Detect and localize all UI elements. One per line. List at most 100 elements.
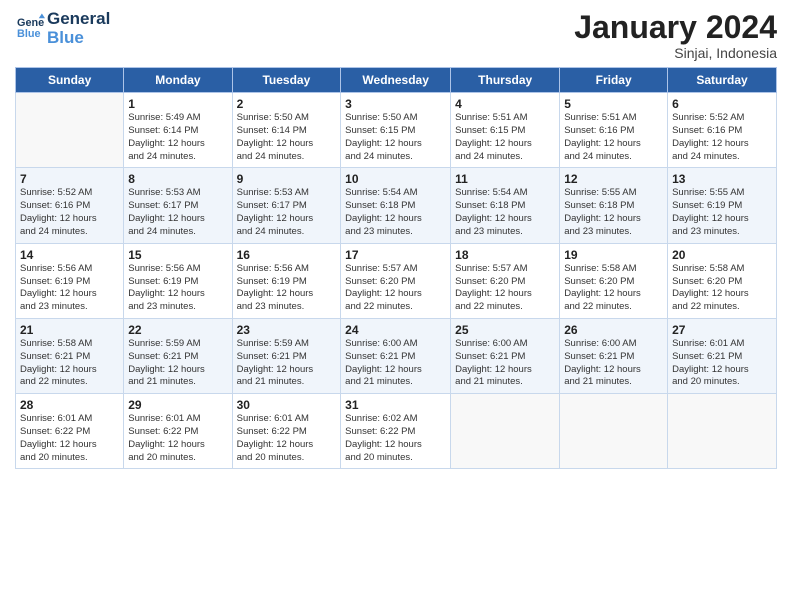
calendar-cell: 20Sunrise: 5:58 AMSunset: 6:20 PMDayligh… bbox=[668, 243, 777, 318]
day-number: 17 bbox=[345, 248, 446, 262]
logo-icon: General Blue bbox=[17, 12, 45, 40]
day-detail: Sunrise: 6:00 AMSunset: 6:21 PMDaylight:… bbox=[564, 338, 663, 389]
page: General Blue General Blue January 2024 S… bbox=[0, 0, 792, 479]
day-detail: Sunrise: 5:53 AMSunset: 6:17 PMDaylight:… bbox=[128, 187, 227, 238]
day-number: 30 bbox=[237, 398, 337, 412]
day-detail: Sunrise: 6:01 AMSunset: 6:22 PMDaylight:… bbox=[128, 413, 227, 464]
calendar-cell: 28Sunrise: 6:01 AMSunset: 6:22 PMDayligh… bbox=[16, 394, 124, 469]
day-number: 24 bbox=[345, 323, 446, 337]
day-detail: Sunrise: 5:54 AMSunset: 6:18 PMDaylight:… bbox=[455, 187, 555, 238]
day-detail: Sunrise: 5:49 AMSunset: 6:14 PMDaylight:… bbox=[128, 112, 227, 163]
calendar-cell: 6Sunrise: 5:52 AMSunset: 6:16 PMDaylight… bbox=[668, 93, 777, 168]
day-number: 7 bbox=[20, 172, 119, 186]
calendar-cell: 12Sunrise: 5:55 AMSunset: 6:18 PMDayligh… bbox=[560, 168, 668, 243]
day-detail: Sunrise: 5:59 AMSunset: 6:21 PMDaylight:… bbox=[237, 338, 337, 389]
day-detail: Sunrise: 6:00 AMSunset: 6:21 PMDaylight:… bbox=[345, 338, 446, 389]
svg-text:Blue: Blue bbox=[17, 28, 41, 40]
day-number: 4 bbox=[455, 97, 555, 111]
logo: General Blue General Blue bbox=[15, 10, 110, 47]
calendar-cell bbox=[16, 93, 124, 168]
day-detail: Sunrise: 5:57 AMSunset: 6:20 PMDaylight:… bbox=[345, 263, 446, 314]
day-number: 16 bbox=[237, 248, 337, 262]
day-number: 18 bbox=[455, 248, 555, 262]
day-number: 21 bbox=[20, 323, 119, 337]
day-detail: Sunrise: 5:56 AMSunset: 6:19 PMDaylight:… bbox=[128, 263, 227, 314]
day-number: 11 bbox=[455, 172, 555, 186]
day-number: 8 bbox=[128, 172, 227, 186]
calendar-cell: 27Sunrise: 6:01 AMSunset: 6:21 PMDayligh… bbox=[668, 318, 777, 393]
day-detail: Sunrise: 5:58 AMSunset: 6:20 PMDaylight:… bbox=[564, 263, 663, 314]
day-number: 28 bbox=[20, 398, 119, 412]
day-detail: Sunrise: 6:01 AMSunset: 6:21 PMDaylight:… bbox=[672, 338, 772, 389]
calendar-cell: 10Sunrise: 5:54 AMSunset: 6:18 PMDayligh… bbox=[341, 168, 451, 243]
day-detail: Sunrise: 5:57 AMSunset: 6:20 PMDaylight:… bbox=[455, 263, 555, 314]
weekday-header-wednesday: Wednesday bbox=[341, 68, 451, 93]
day-detail: Sunrise: 5:52 AMSunset: 6:16 PMDaylight:… bbox=[672, 112, 772, 163]
calendar-cell: 7Sunrise: 5:52 AMSunset: 6:16 PMDaylight… bbox=[16, 168, 124, 243]
day-number: 9 bbox=[237, 172, 337, 186]
day-number: 2 bbox=[237, 97, 337, 111]
day-number: 29 bbox=[128, 398, 227, 412]
calendar-cell: 2Sunrise: 5:50 AMSunset: 6:14 PMDaylight… bbox=[232, 93, 341, 168]
day-detail: Sunrise: 5:54 AMSunset: 6:18 PMDaylight:… bbox=[345, 187, 446, 238]
weekday-header-saturday: Saturday bbox=[668, 68, 777, 93]
calendar-cell: 11Sunrise: 5:54 AMSunset: 6:18 PMDayligh… bbox=[451, 168, 560, 243]
day-detail: Sunrise: 6:02 AMSunset: 6:22 PMDaylight:… bbox=[345, 413, 446, 464]
day-detail: Sunrise: 5:56 AMSunset: 6:19 PMDaylight:… bbox=[237, 263, 337, 314]
calendar-cell bbox=[560, 394, 668, 469]
day-number: 19 bbox=[564, 248, 663, 262]
weekday-header-thursday: Thursday bbox=[451, 68, 560, 93]
calendar-cell: 3Sunrise: 5:50 AMSunset: 6:15 PMDaylight… bbox=[341, 93, 451, 168]
calendar-cell: 1Sunrise: 5:49 AMSunset: 6:14 PMDaylight… bbox=[124, 93, 232, 168]
day-detail: Sunrise: 5:59 AMSunset: 6:21 PMDaylight:… bbox=[128, 338, 227, 389]
calendar-cell: 21Sunrise: 5:58 AMSunset: 6:21 PMDayligh… bbox=[16, 318, 124, 393]
location: Sinjai, Indonesia bbox=[574, 45, 777, 61]
weekday-header-tuesday: Tuesday bbox=[232, 68, 341, 93]
day-detail: Sunrise: 5:58 AMSunset: 6:21 PMDaylight:… bbox=[20, 338, 119, 389]
calendar-cell: 17Sunrise: 5:57 AMSunset: 6:20 PMDayligh… bbox=[341, 243, 451, 318]
day-number: 13 bbox=[672, 172, 772, 186]
day-number: 25 bbox=[455, 323, 555, 337]
day-detail: Sunrise: 5:58 AMSunset: 6:20 PMDaylight:… bbox=[672, 263, 772, 314]
calendar-cell: 9Sunrise: 5:53 AMSunset: 6:17 PMDaylight… bbox=[232, 168, 341, 243]
calendar-cell: 14Sunrise: 5:56 AMSunset: 6:19 PMDayligh… bbox=[16, 243, 124, 318]
calendar-cell: 18Sunrise: 5:57 AMSunset: 6:20 PMDayligh… bbox=[451, 243, 560, 318]
day-detail: Sunrise: 5:53 AMSunset: 6:17 PMDaylight:… bbox=[237, 187, 337, 238]
calendar-cell: 16Sunrise: 5:56 AMSunset: 6:19 PMDayligh… bbox=[232, 243, 341, 318]
calendar-cell: 19Sunrise: 5:58 AMSunset: 6:20 PMDayligh… bbox=[560, 243, 668, 318]
day-number: 3 bbox=[345, 97, 446, 111]
day-number: 22 bbox=[128, 323, 227, 337]
day-number: 6 bbox=[672, 97, 772, 111]
day-number: 12 bbox=[564, 172, 663, 186]
day-detail: Sunrise: 5:55 AMSunset: 6:18 PMDaylight:… bbox=[564, 187, 663, 238]
calendar-cell: 22Sunrise: 5:59 AMSunset: 6:21 PMDayligh… bbox=[124, 318, 232, 393]
day-detail: Sunrise: 6:01 AMSunset: 6:22 PMDaylight:… bbox=[237, 413, 337, 464]
calendar-cell: 31Sunrise: 6:02 AMSunset: 6:22 PMDayligh… bbox=[341, 394, 451, 469]
calendar-cell: 26Sunrise: 6:00 AMSunset: 6:21 PMDayligh… bbox=[560, 318, 668, 393]
weekday-header-friday: Friday bbox=[560, 68, 668, 93]
day-detail: Sunrise: 5:55 AMSunset: 6:19 PMDaylight:… bbox=[672, 187, 772, 238]
calendar-cell: 5Sunrise: 5:51 AMSunset: 6:16 PMDaylight… bbox=[560, 93, 668, 168]
weekday-header-monday: Monday bbox=[124, 68, 232, 93]
calendar-cell bbox=[668, 394, 777, 469]
day-detail: Sunrise: 5:51 AMSunset: 6:15 PMDaylight:… bbox=[455, 112, 555, 163]
calendar-cell: 23Sunrise: 5:59 AMSunset: 6:21 PMDayligh… bbox=[232, 318, 341, 393]
day-detail: Sunrise: 5:56 AMSunset: 6:19 PMDaylight:… bbox=[20, 263, 119, 314]
calendar-cell: 30Sunrise: 6:01 AMSunset: 6:22 PMDayligh… bbox=[232, 394, 341, 469]
day-detail: Sunrise: 5:50 AMSunset: 6:15 PMDaylight:… bbox=[345, 112, 446, 163]
day-detail: Sunrise: 5:52 AMSunset: 6:16 PMDaylight:… bbox=[20, 187, 119, 238]
calendar-cell bbox=[451, 394, 560, 469]
title-block: January 2024 Sinjai, Indonesia bbox=[574, 10, 777, 61]
calendar-cell: 4Sunrise: 5:51 AMSunset: 6:15 PMDaylight… bbox=[451, 93, 560, 168]
day-number: 14 bbox=[20, 248, 119, 262]
day-number: 23 bbox=[237, 323, 337, 337]
day-detail: Sunrise: 5:51 AMSunset: 6:16 PMDaylight:… bbox=[564, 112, 663, 163]
calendar-cell: 29Sunrise: 6:01 AMSunset: 6:22 PMDayligh… bbox=[124, 394, 232, 469]
day-number: 20 bbox=[672, 248, 772, 262]
weekday-header-sunday: Sunday bbox=[16, 68, 124, 93]
calendar-cell: 24Sunrise: 6:00 AMSunset: 6:21 PMDayligh… bbox=[341, 318, 451, 393]
day-number: 1 bbox=[128, 97, 227, 111]
header: General Blue General Blue January 2024 S… bbox=[15, 10, 777, 61]
calendar-cell: 8Sunrise: 5:53 AMSunset: 6:17 PMDaylight… bbox=[124, 168, 232, 243]
day-number: 10 bbox=[345, 172, 446, 186]
